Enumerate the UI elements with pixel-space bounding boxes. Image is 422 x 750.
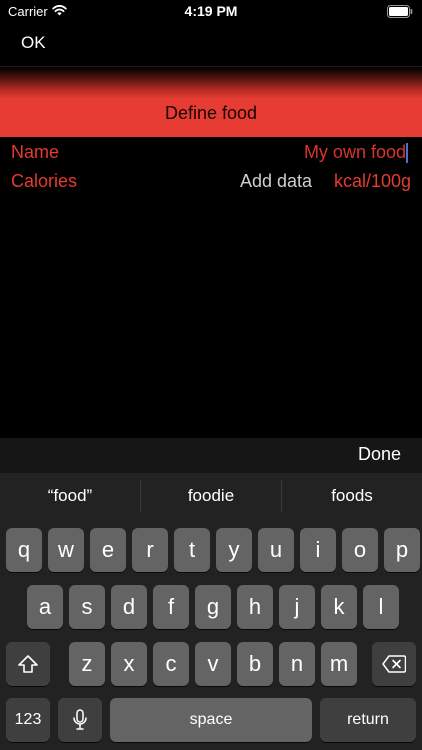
key-e[interactable]: e: [90, 528, 126, 572]
key-x[interactable]: x: [111, 642, 147, 686]
key-k[interactable]: k: [321, 585, 357, 629]
status-bar: Carrier 4:19 PM: [0, 0, 422, 24]
status-time: 4:19 PM: [184, 3, 238, 19]
key-r[interactable]: r: [132, 528, 168, 572]
key-b[interactable]: b: [237, 642, 273, 686]
key-w[interactable]: w: [48, 528, 84, 572]
key-v[interactable]: v: [195, 642, 231, 686]
backspace-key[interactable]: [372, 642, 416, 686]
key-a[interactable]: a: [27, 585, 63, 629]
key-q[interactable]: q: [6, 528, 42, 572]
key-z[interactable]: z: [69, 642, 105, 686]
key-l[interactable]: l: [363, 585, 399, 629]
key-d[interactable]: d: [111, 585, 147, 629]
calories-label: Calories: [11, 171, 78, 191]
backspace-icon: [382, 655, 406, 673]
suggestion-3[interactable]: foods: [282, 473, 422, 518]
key-c[interactable]: c: [153, 642, 189, 686]
key-u[interactable]: u: [258, 528, 294, 572]
done-button[interactable]: Done: [358, 444, 401, 465]
shift-key[interactable]: [6, 642, 50, 686]
battery-icon: [387, 5, 413, 18]
key-g[interactable]: g: [195, 585, 231, 629]
page-title: Define food: [164, 103, 258, 123]
key-i[interactable]: i: [300, 528, 336, 572]
key-f[interactable]: f: [153, 585, 189, 629]
space-key[interactable]: space: [110, 698, 312, 742]
key-n[interactable]: n: [279, 642, 315, 686]
return-key[interactable]: return: [320, 698, 416, 742]
key-j[interactable]: j: [279, 585, 315, 629]
key-m[interactable]: m: [321, 642, 357, 686]
suggestion-1[interactable]: “food”: [0, 473, 140, 518]
name-input[interactable]: My own food: [304, 142, 406, 163]
key-o[interactable]: o: [342, 528, 378, 572]
text-caret: [406, 143, 408, 163]
key-h[interactable]: h: [237, 585, 273, 629]
shift-icon: [18, 655, 38, 673]
calories-unit: kcal/100g: [333, 171, 411, 191]
key-y[interactable]: y: [216, 528, 252, 572]
microphone-icon: [73, 709, 87, 730]
numbers-key[interactable]: 123: [6, 698, 50, 742]
name-label: Name: [11, 142, 60, 162]
key-s[interactable]: s: [69, 585, 105, 629]
ok-button[interactable]: OK: [21, 33, 46, 53]
key-t[interactable]: t: [174, 528, 210, 572]
microphone-key[interactable]: [58, 698, 102, 742]
calories-input[interactable]: Add data: [240, 171, 312, 192]
key-p[interactable]: p: [384, 528, 420, 572]
header-band: [0, 67, 422, 137]
suggestion-2[interactable]: foodie: [141, 473, 281, 518]
